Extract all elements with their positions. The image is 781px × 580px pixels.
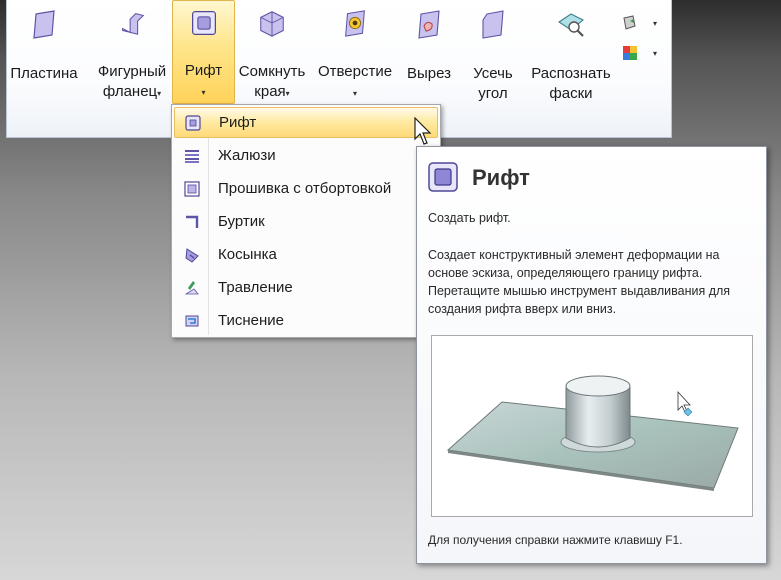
cutout-button[interactable]: Вырез (400, 0, 458, 104)
contour-flange-label: Фигурный фланец▾ (97, 63, 167, 100)
recognize-chamfers-icon (558, 13, 584, 37)
cutout-icon (418, 10, 440, 39)
hole-icon (345, 10, 365, 37)
chevron-down-icon: ▾ (653, 18, 658, 28)
tooltip-title: Рифт (472, 165, 530, 190)
sheet-metal-tool-icon (623, 15, 636, 30)
menu-item-etch[interactable]: Травление (174, 272, 438, 303)
sheet-metal-small-button-2[interactable]: ▾ (621, 38, 671, 68)
tooltip-description: Создает конструктивный элемент деформаци… (428, 248, 731, 316)
chevron-down-icon: ▾ (201, 88, 206, 97)
color-tool-icon (623, 46, 637, 60)
chevron-down-icon: ▾ (285, 89, 290, 98)
hole-label: Отверстие ▾ (317, 63, 393, 98)
small-button-group: ▾ ▾ (621, 8, 671, 68)
chamfer-corner-icon (482, 10, 504, 39)
dimple-icon (428, 162, 458, 192)
close-corner-label: Сомкнуть края▾ (238, 63, 306, 100)
menu-item-bead[interactable]: Буртик (174, 206, 438, 237)
hole-button[interactable]: Отверстие ▾ (311, 0, 399, 104)
emboss-icon (185, 315, 199, 326)
menu-item-drawn-cutout[interactable]: Прошивка с отбортовкой (174, 173, 438, 204)
dimple-tooltip: Рифт Создать рифт. Создает конструктивны… (416, 146, 767, 564)
mouse-cursor-icon (414, 117, 432, 145)
tooltip-help-hint: Для получения справки нажмите клавишу F1… (428, 533, 683, 547)
close-corner-icon (260, 11, 284, 37)
etch-icon (184, 280, 199, 294)
dimple-icon (191, 11, 216, 35)
dimple-preview-image (431, 335, 753, 517)
chevron-down-icon: ▾ (157, 89, 162, 98)
drawn-cutout-icon (184, 180, 200, 197)
chamfer-corner-label: Усечь угол (473, 65, 513, 102)
sheet-metal-small-button-1[interactable]: ▾ (621, 8, 671, 38)
gusset-icon (185, 247, 199, 263)
recognize-chamfers-label: Распознать фаски (531, 65, 611, 102)
menu-item-louver[interactable]: Жалюзи (174, 140, 438, 171)
dimple-dropdown-menu: Рифт Жалюзи Прошивка с отбортовкой Бурти… (171, 104, 441, 338)
dimple-label: Рифт ▾ (184, 62, 223, 97)
chamfer-corner-button[interactable]: Усечь угол (463, 0, 523, 104)
bead-icon (186, 215, 199, 228)
menu-item-dimple[interactable]: Рифт (174, 107, 438, 138)
chevron-down-icon: ▾ (352, 89, 357, 98)
contour-flange-button[interactable]: Фигурный фланец▾ (91, 0, 173, 104)
dimple-icon (185, 114, 201, 131)
louver-icon (185, 149, 199, 163)
menu-item-gusset[interactable]: Косынка (174, 239, 438, 270)
cutout-label: Вырез (406, 65, 452, 82)
recognize-chamfers-button[interactable]: Распознать фаски (525, 0, 617, 104)
menu-item-emboss[interactable]: Тиснение (174, 305, 438, 336)
contour-flange-icon (122, 13, 145, 35)
dimple-button[interactable]: Рифт ▾ (172, 0, 235, 104)
close-corner-button[interactable]: Сомкнуть края▾ (234, 0, 310, 104)
chevron-down-icon: ▾ (653, 48, 658, 58)
plate-label: Пластина (10, 65, 78, 82)
tooltip-subtitle: Создать рифт. (428, 211, 511, 225)
plate-icon (33, 10, 55, 39)
plate-button[interactable]: Пластина (10, 0, 78, 104)
